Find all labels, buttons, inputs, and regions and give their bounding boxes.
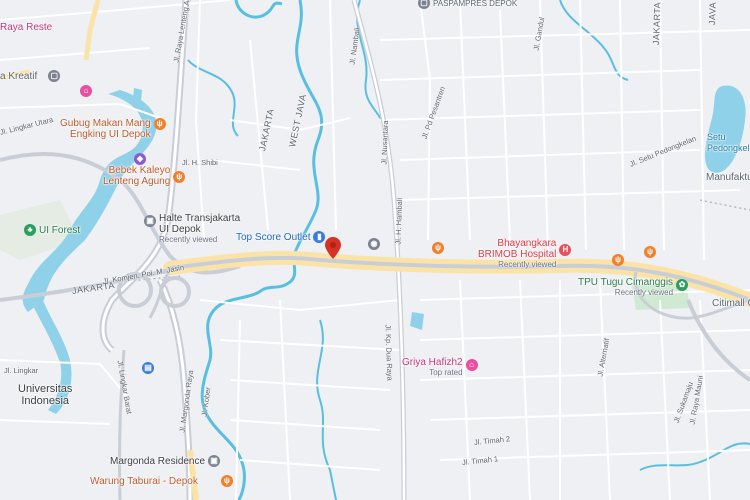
- poi-label: Manufaktur: [706, 172, 750, 183]
- poi-label: Top Score Outlet: [236, 231, 311, 243]
- restaurant-icon: ψ: [153, 118, 166, 130]
- poi-paspampres[interactable]: ▢ PASPAMPRES DEPOK: [418, 0, 517, 9]
- poi-label: Bhayangkara BRIMOB Hospital Recently vie…: [478, 238, 556, 269]
- shop-icon: ▢: [48, 70, 61, 82]
- store-icon[interactable]: ◉: [368, 238, 380, 250]
- poi-label: Universitas Indonesia: [18, 383, 72, 407]
- poi-label: PASPAMPRES DEPOK: [433, 0, 518, 8]
- poi-label-line1: Gubug Makan Mang: [60, 118, 151, 129]
- poi-raya-reste[interactable]: Raya Reste: [0, 22, 52, 33]
- poi-label: a Kreatif: [0, 70, 38, 82]
- poi-kreatif[interactable]: a Kreatif ▢: [0, 70, 61, 82]
- poi-margonda-residence[interactable]: Margonda Residence ▣: [110, 455, 221, 467]
- poi-label-line1: Halte Transjakarta: [159, 213, 241, 224]
- poi-label: Setu Pedongkelan: [707, 132, 750, 154]
- street-label-h-hambali: Jl. H. Hambali: [393, 197, 405, 245]
- street-label-h-shibi: Jl. H. Shibi: [182, 158, 218, 167]
- bus-stop-icon: ▣: [144, 215, 156, 227]
- poi-label-line1: Setu: [707, 132, 726, 142]
- poi-label-line1: TPU Tugu Cimanggis: [578, 277, 674, 288]
- street-label-nusantara: Jl. Nusantara: [379, 120, 391, 165]
- restaurant-icon[interactable]: ψ: [432, 242, 444, 254]
- restaurant-icon: ψ: [173, 171, 186, 183]
- poi-label: TPU Tugu Cimanggis Recently viewed: [578, 277, 673, 297]
- poi-bhayangkara-hospital[interactable]: Bhayangkara BRIMOB Hospital Recently vie…: [478, 238, 572, 269]
- poi-halte-transjakarta[interactable]: ▣ Halte Transjakarta UI Depok Recently v…: [144, 213, 240, 244]
- apartment-icon: ▣: [208, 455, 221, 467]
- poi-label: Bebek Kaleyo Lenteng Agung: [103, 165, 170, 187]
- poi-label-line1: Bhayangkara: [497, 238, 557, 249]
- poi-sublabel: Recently viewed: [498, 260, 557, 269]
- restaurant-icon[interactable]: ψ: [612, 254, 624, 266]
- poi-sublabel: Top rated: [429, 368, 463, 377]
- poi-label-line2: Indonesia: [21, 395, 70, 407]
- hospital-icon: H: [559, 244, 572, 256]
- restaurant-icon[interactable]: ψ: [644, 246, 656, 258]
- poi-manufaktur[interactable]: Manufaktur: [706, 172, 750, 183]
- small-pond: [133, 88, 142, 102]
- cemetery-icon: ✿: [676, 279, 689, 291]
- poi-setu-pedongkelan[interactable]: Setu Pedongkelan: [707, 132, 750, 154]
- poi-label: Raya Reste: [0, 22, 53, 33]
- poi-label-line2: Engking UI Depok: [70, 129, 151, 140]
- poi-label: Citimall Cim: [712, 298, 750, 309]
- street-label-lingkar: Jl. Lingkar: [4, 366, 39, 375]
- poi-citimall[interactable]: Citimall Cim: [712, 298, 750, 309]
- poi-top-score-outlet[interactable]: Top Score Outlet ▮: [236, 231, 326, 243]
- poi-label: Warung Taburai - Depok: [90, 475, 198, 487]
- poi-label: UI Forest: [39, 224, 81, 236]
- poi-label: Griya Hafizh2 Top rated: [402, 357, 463, 377]
- poi-tpu-tugu-cimanggis[interactable]: TPU Tugu Cimanggis Recently viewed ✿: [578, 277, 689, 297]
- poi-label: Gubug Makan Mang Engking UI Depok: [60, 118, 151, 140]
- shopping-icon[interactable]: ◆: [134, 153, 146, 165]
- restaurant-icon: ψ: [220, 475, 233, 487]
- poi-label-line1: Bebek Kaleyo: [108, 165, 171, 176]
- poi-griya-hafizh2[interactable]: Griya Hafizh2 Top rated ⌂: [402, 357, 478, 377]
- poi-gubug-makan[interactable]: Gubug Makan Mang Engking UI Depok ψ: [60, 118, 166, 140]
- poi-universitas-indonesia[interactable]: Universitas Indonesia: [18, 383, 72, 407]
- lodging-icon[interactable]: ⌂: [80, 85, 92, 97]
- poi-label-line1: Griya Hafizh2: [402, 357, 463, 368]
- poi-label-line2: Pedongkelan: [707, 143, 750, 153]
- poi-bebek-kaleyo[interactable]: Bebek Kaleyo Lenteng Agung ψ: [103, 165, 186, 187]
- street-label-kp-dua-raya: Jl. Kp. Dua Raya: [383, 324, 395, 381]
- poi-label-line2: UI Depok: [159, 224, 201, 235]
- train-station-icon[interactable]: ▤: [142, 362, 154, 374]
- poi-warung-taburai[interactable]: Warung Taburai - Depok ψ: [90, 475, 233, 487]
- park-icon: ♣: [24, 224, 36, 236]
- region-label-jakarta-right: JAKARTA: [651, 1, 663, 46]
- poi-label-line2: Lenteng Agung: [103, 176, 171, 187]
- poi-sublabel: Recently viewed: [159, 235, 218, 244]
- poi-label: Margonda Residence: [110, 455, 206, 467]
- poi-label: Halte Transjakarta UI Depok Recently vie…: [159, 213, 240, 244]
- lodging-icon: ⌂: [465, 359, 478, 371]
- region-label-java-right: JAVA: [707, 1, 718, 26]
- poi-label-line1: Universitas: [18, 383, 73, 395]
- location-marker-icon[interactable]: [325, 237, 341, 259]
- poi-sublabel: Recently viewed: [614, 288, 674, 297]
- map-canvas[interactable]: [0, 0, 750, 500]
- poi-label-line2: BRIMOB Hospital: [478, 249, 557, 260]
- poi-ui-forest[interactable]: ♣ UI Forest: [24, 224, 80, 236]
- shopping-bag-icon: ▮: [313, 231, 326, 243]
- map-view[interactable]: Jl. Raya Lenteng Agung Jl. H. Shibi Jl. …: [0, 0, 750, 500]
- building-icon: ▢: [418, 0, 430, 9]
